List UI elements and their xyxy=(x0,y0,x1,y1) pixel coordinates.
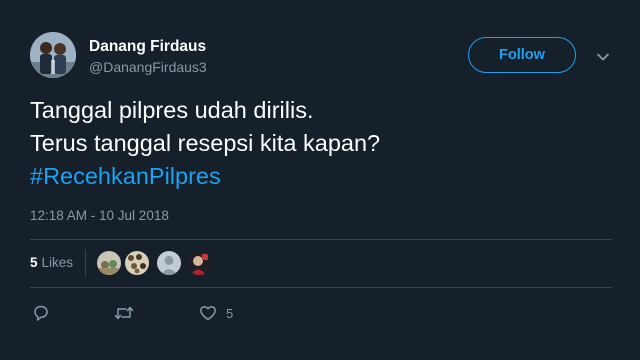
like-action-count: 5 xyxy=(226,305,234,321)
author-handle[interactable]: @DanangFirdaus3 xyxy=(89,59,207,75)
tweet-card: Danang Firdaus @DanangFirdaus3 Follow Ta… xyxy=(0,0,640,360)
reply-icon xyxy=(32,304,50,322)
liker-avatar[interactable] xyxy=(97,251,121,275)
author-name[interactable]: Danang Firdaus xyxy=(89,38,206,56)
liker-avatar[interactable] xyxy=(125,251,149,275)
tweet-text-line: Tanggal pilpres udah dirilis. xyxy=(30,97,314,123)
divider xyxy=(30,239,612,240)
divider xyxy=(30,287,612,288)
divider xyxy=(85,249,86,277)
tweet-text-line: Terus tanggal resepsi kita kapan? xyxy=(30,130,381,156)
likes-number: 5 xyxy=(30,255,38,270)
hashtag-link[interactable]: #RecehkanPilpres xyxy=(30,160,590,193)
likes-label: Likes xyxy=(41,255,74,270)
liker-avatar-default[interactable] xyxy=(157,251,181,275)
likes-count[interactable]: 5 Likes xyxy=(30,255,73,270)
tweet-timestamp[interactable]: 12:18 AM - 10 Jul 2018 xyxy=(30,208,169,223)
follow-button[interactable]: Follow xyxy=(468,37,576,73)
retweet-icon xyxy=(114,304,134,322)
heart-icon xyxy=(199,304,217,322)
reply-button[interactable] xyxy=(32,303,50,323)
author-avatar[interactable] xyxy=(30,32,76,78)
tweet-text: Tanggal pilpres udah dirilis. Terus tang… xyxy=(30,94,590,193)
liker-avatar[interactable] xyxy=(187,251,211,275)
retweet-button[interactable] xyxy=(114,303,134,323)
chevron-down-icon[interactable] xyxy=(594,48,612,66)
like-button[interactable]: 5 xyxy=(199,303,233,323)
